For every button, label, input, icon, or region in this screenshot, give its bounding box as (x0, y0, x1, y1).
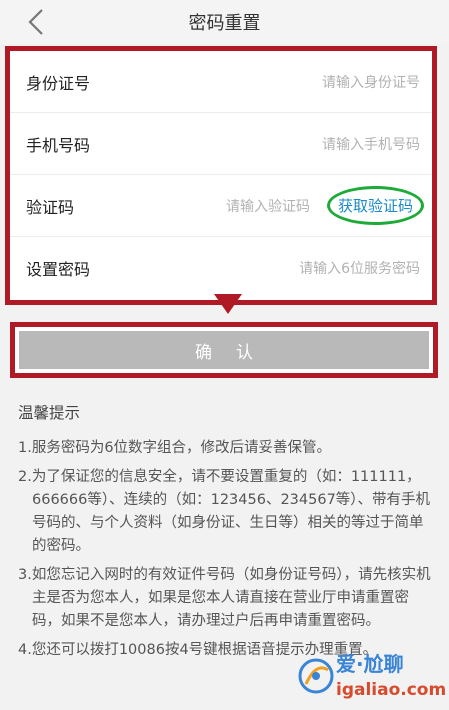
password-label: 设置密码 (26, 260, 91, 279)
tip-item: 3.如您忘记入网时的有效证件号码（如身份证号码），请先核实机主是否为您本人，如果… (18, 567, 431, 629)
top-bar: 密码重置 (0, 0, 449, 44)
code-label: 验证码 (26, 197, 75, 217)
phone-row[interactable]: 手机号码 请输入手机号码 (10, 113, 432, 175)
watermark: 爱·尬聊 igaliao.com (296, 648, 446, 708)
password-row[interactable]: 设置密码 请输入6位服务密码 (10, 237, 432, 299)
tip-item: 2.为了保证您的信息安全，请不要设置重复的（如：111111，666666等）、… (18, 469, 431, 554)
confirm-button[interactable]: 确认 (19, 331, 429, 369)
password-input[interactable]: 请输入6位服务密码 (299, 258, 420, 278)
watermark-logo-icon (298, 658, 334, 694)
phone-label: 手机号码 (26, 135, 91, 155)
code-input[interactable]: 请输入验证码 (226, 196, 310, 216)
watermark-url: igaliao.com (336, 680, 447, 700)
annotation-arrow (214, 294, 242, 314)
id-card-row[interactable]: 身份证号 请输入身份证号 (10, 51, 432, 113)
watermark-top-text: 爱·尬聊 (336, 652, 404, 676)
phone-input[interactable]: 请输入手机号码 (322, 134, 420, 154)
id-card-label: 身份证号 (26, 73, 91, 93)
tips-title: 温馨提示 (18, 404, 81, 422)
id-card-input[interactable]: 请输入身份证号 (322, 72, 420, 92)
back-arrow-icon[interactable] (24, 8, 48, 36)
confirm-highlight: 确认 (10, 322, 438, 378)
tips-section: 温馨提示 1.服务密码为6位数字组合，修改后请妥善保管。 2.为了保证您的信息安… (18, 402, 433, 668)
tip-item: 1.服务密码为6位数字组合，修改后请妥善保管。 (18, 440, 332, 456)
code-row[interactable]: 验证码 请输入验证码 获取验证码 (10, 175, 432, 237)
page-title: 密码重置 (188, 13, 261, 34)
get-code-button[interactable]: 获取验证码 (326, 186, 424, 225)
reset-form: 身份证号 请输入身份证号 手机号码 请输入手机号码 验证码 请输入验证码 获取验… (5, 46, 437, 305)
